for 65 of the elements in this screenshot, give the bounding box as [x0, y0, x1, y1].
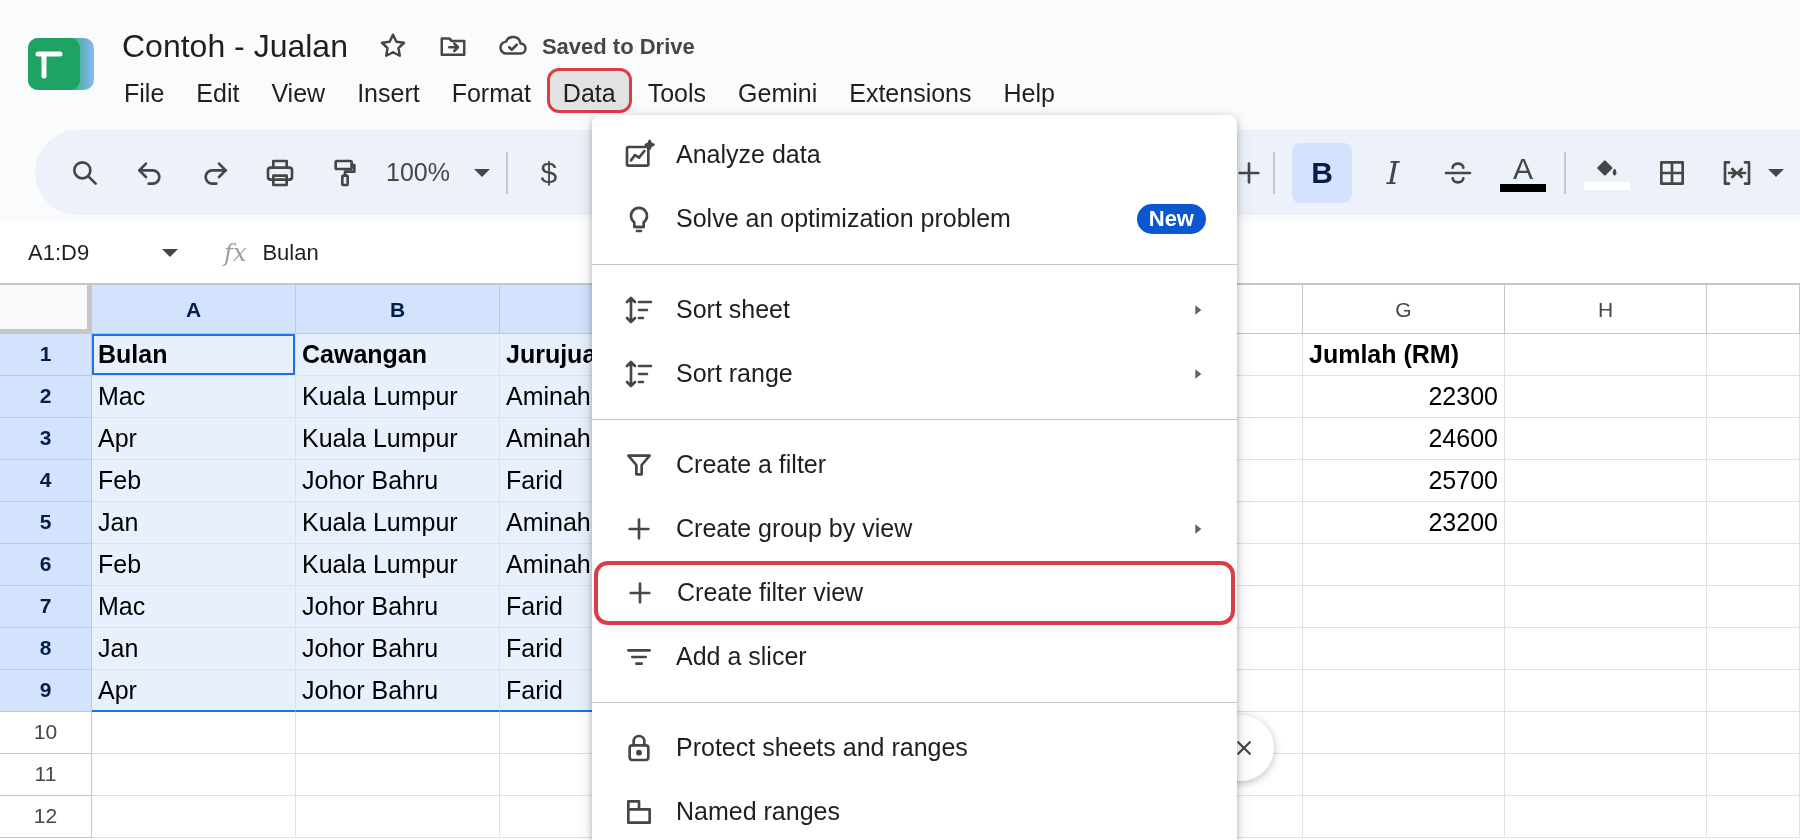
text-color-button[interactable]: A [1499, 142, 1547, 203]
menu-item[interactable]: Data [546, 68, 632, 113]
formula-label: fx [224, 237, 247, 269]
menu-item[interactable]: Gemini [722, 68, 834, 113]
currency-button[interactable]: $ [524, 142, 573, 203]
table-cell: Bulan [92, 334, 296, 376]
row-header[interactable]: 9 [0, 670, 92, 712]
table-cell: Mac [92, 376, 296, 418]
table-cell: Johor Bahru [296, 460, 500, 502]
table-cell: Kuala Lumpur [296, 376, 500, 418]
table-cell: Feb [92, 460, 296, 502]
table-cell: Apr [92, 670, 296, 712]
italic-button[interactable]: I [1369, 142, 1417, 203]
menu-item[interactable]: View [255, 68, 342, 113]
table-cell: 25700 [1303, 460, 1505, 502]
row-header[interactable]: 4 [0, 460, 92, 502]
document-title[interactable]: Contoh - Jualan [122, 26, 348, 66]
table-cell: Feb [92, 544, 296, 586]
row-header[interactable]: 10 [0, 712, 92, 754]
menu-item[interactable]: Help [987, 68, 1071, 113]
table-cell: Johor Bahru [296, 628, 500, 670]
table-cell: 22300 [1303, 376, 1505, 418]
column-header[interactable]: H [1505, 285, 1707, 334]
menu-item[interactable]: Named ranges [594, 780, 1235, 840]
row-header[interactable]: 7 [0, 586, 92, 628]
table-cell: Johor Bahru [296, 586, 500, 628]
menu-item[interactable]: File [108, 68, 181, 113]
row-header[interactable]: 3 [0, 418, 92, 460]
table-cell: Apr [92, 418, 296, 460]
new-badge: New [1136, 204, 1206, 234]
zoom-dropdown[interactable]: 100% [386, 153, 490, 192]
row-header[interactable]: 11 [0, 754, 92, 796]
menu-item[interactable]: Insert [341, 68, 436, 113]
name-box[interactable]: A1:D9 [28, 236, 178, 269]
row-header[interactable]: 2 [0, 376, 92, 418]
formula-field[interactable]: Bulan [262, 236, 319, 269]
menu-item[interactable]: Protect sheets and ranges [594, 716, 1235, 780]
save-status: Saved to Drive [541, 32, 695, 61]
menu-item[interactable]: Create filter view [594, 561, 1235, 625]
table-cell: 24600 [1303, 418, 1505, 460]
table-cell: Johor Bahru [296, 670, 500, 712]
row-header[interactable]: 12 [0, 796, 92, 838]
menu-item[interactable]: Edit [180, 68, 256, 113]
menu-item[interactable]: Solve an optimization problem New [594, 187, 1235, 251]
menu-item[interactable]: Format [435, 68, 547, 113]
row-header[interactable]: 6 [0, 544, 92, 586]
table-cell: Jumlah (RM) [1303, 334, 1505, 376]
table-cell: Cawangan [296, 334, 500, 376]
column-header[interactable]: A [92, 285, 296, 334]
table-cell: Jan [92, 502, 296, 544]
row-header[interactable]: 5 [0, 502, 92, 544]
table-cell: Kuala Lumpur [296, 502, 500, 544]
column-header[interactable]: B [296, 285, 500, 334]
bold-button[interactable]: B [1292, 142, 1352, 203]
table-cell: Mac [92, 586, 296, 628]
row-header[interactable]: 8 [0, 628, 92, 670]
table-cell: Kuala Lumpur [296, 418, 500, 460]
table-cell: 23200 [1303, 502, 1505, 544]
table-cell: Jan [92, 628, 296, 670]
row-header[interactable]: 1 [0, 334, 92, 376]
column-header[interactable]: G [1303, 285, 1505, 334]
menu-item[interactable]: Analyze data [594, 123, 1235, 187]
table-cell: Kuala Lumpur [296, 544, 500, 586]
menu-item[interactable]: Extensions [833, 68, 988, 113]
menu-item[interactable]: Tools [631, 68, 723, 113]
